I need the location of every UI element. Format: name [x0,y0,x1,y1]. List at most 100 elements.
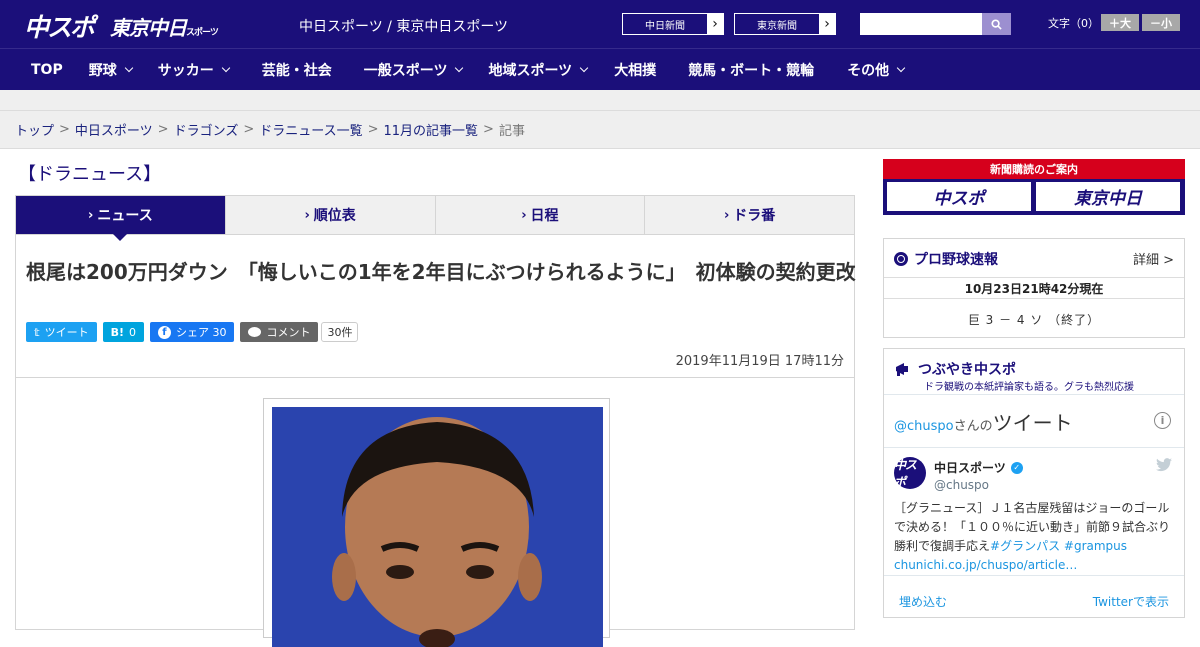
article-headline: 根尾は200万円ダウン 「悔しいこの1年を2年目にぶつけられるように」 初体験の… [26,260,856,284]
timeline-footer: 埋め込む Twitterで表示 [884,575,1184,623]
nav-item-sumo[interactable]: 大相撲 [600,60,674,80]
tsubuyaki-widget: つぶやき中スポ ドラ観戦の本紙評論家も語る。グラも熱烈応援 @chuspoさんの… [883,348,1185,618]
nav-item-baseball[interactable]: 野球 [80,60,145,80]
chevron-right-icon: › [88,207,94,223]
game-score[interactable]: 巨 3 － 4 ソ （終了） [884,311,1184,328]
chunichi-shimbun-link[interactable]: 中日新聞 › [622,13,724,35]
baseball-widget-title: プロ野球速報 [894,249,998,269]
hashtag-link[interactable]: #グランパス [990,539,1060,553]
baseball-icon [894,252,908,266]
main-nav: TOP 野球 サッカー 芸能・社会 一般スポーツ 地域スポーツ 大相撲 競馬・ボ… [0,48,1200,90]
baseball-detail-link[interactable]: 詳細 > [1133,249,1174,268]
breadcrumb-separator: > [243,122,255,137]
font-size-label: 文字（0） [1048,17,1099,30]
breadcrumb-november[interactable]: 11月の記事一覧 [384,120,479,139]
font-bigger-button[interactable]: ＋大 [1101,14,1139,31]
subscribe-title: 新聞購読のご案内 [883,159,1185,179]
social-buttons: 𝕥 ツイート B! 0 f シェア 30 コメント 30件 [26,322,359,342]
chunichi-shimbun-label: 中日新聞 [623,14,707,34]
publish-date: 2019年11月19日 17時11分 [675,354,844,369]
avatar[interactable]: 中スポ [894,457,926,489]
chevron-down-icon [896,63,906,72]
chevron-right-icon: › [723,207,730,223]
nav-item-entertainment[interactable]: 芸能・社会 [242,60,348,80]
share-label: シェア 30 [175,326,227,339]
divider [884,447,1184,448]
search-icon [991,18,1002,30]
chevron-right-icon: › [824,16,830,32]
ad-strip [0,90,1200,111]
comment-label: コメント [266,326,311,339]
chevron-right-icon: › [304,207,310,223]
tab-news[interactable]: › ニュース [16,196,225,241]
tab-schedule[interactable]: › 日程 [434,196,645,234]
breadcrumb-news-list[interactable]: ドラニュース一覧 [259,120,362,139]
info-icon[interactable]: i [1154,412,1171,429]
tab-label: ニュース [97,208,153,224]
top-bar: 中スポ 東京中日スポーツ 中日スポーツ / 東京中日スポーツ 中日新聞 › 東京… [0,0,1200,48]
tab-label: 順位表 [313,208,356,224]
breadcrumb-dragons[interactable]: ドラゴンズ [174,120,239,139]
timeline-tweets-label: ツイート [992,411,1073,435]
tokyo-chunichi-logo-small: スポーツ [186,28,219,38]
search-button[interactable] [982,13,1011,35]
nav-item-label: その他 [847,62,890,79]
tokyo-shimbun-link[interactable]: 東京新聞 › [734,13,836,35]
chevron-right-icon: › [521,207,527,223]
article-photo [272,407,603,647]
tweet-account-handle[interactable]: @chuspo [934,478,989,492]
view-on-twitter-link[interactable]: Twitterで表示 [1093,593,1169,610]
nav-item-soccer[interactable]: サッカー [145,60,242,80]
search-input[interactable] [860,13,982,35]
facebook-icon: f [157,325,171,339]
breadcrumb-chuspo[interactable]: 中日スポーツ [75,120,153,139]
tweet-label: ツイート [44,326,89,339]
subscribe-tokyo-chunichi-logo[interactable]: 東京中日 [1036,182,1180,211]
facebook-share-button[interactable]: f シェア 30 [149,322,235,342]
subscribe-banner[interactable]: 新聞購読のご案内 中スポ 東京中日 [883,159,1185,215]
chevron-down-icon [455,63,464,72]
hatena-button[interactable]: B! 0 [102,322,144,342]
tokyo-chunichi-logo-text: 東京中日 [110,16,187,40]
comment-count: 30件 [321,322,359,342]
tab-standings[interactable]: › 順位表 [224,196,435,234]
breadcrumb-top[interactable]: トップ [15,120,54,139]
subscribe-chuspo-logo[interactable]: 中スポ [887,182,1031,211]
nav-item-top[interactable]: TOP [0,62,80,78]
score-timestamp: 10月23日21時42分現在 [884,277,1184,299]
tsubuyaki-title: つぶやき中スポ [894,359,1016,379]
timeline-title: @chuspoさんのツイート [894,407,1073,436]
twitter-bird-icon[interactable] [1156,458,1172,476]
tab-dora-ban[interactable]: › ドラ番 [644,196,854,234]
tsubuyaki-title-text: つぶやき中スポ [918,362,1016,378]
nav-item-racing[interactable]: 競馬・ボート・競輪 [674,60,830,80]
nav-item-label: TOP [31,61,63,78]
tab-label: ドラ番 [733,208,776,224]
hatena-count: 0 [128,325,136,339]
embed-link[interactable]: 埋め込む [899,593,947,610]
tweet-account-name[interactable]: 中日スポーツ ✓ [934,459,1023,476]
nav-item-label: 一般スポーツ [363,62,448,79]
tab-label: 日程 [530,208,559,224]
chevron-down-icon [124,63,133,72]
chuspo-logo[interactable]: 中スポ [24,8,95,44]
twitter-timeline: @chuspoさんのツイート i 中スポ 中日スポーツ ✓ @chuspo ［グラ… [884,394,1184,630]
breadcrumb: トップ > 中日スポーツ > ドラゴンズ > ドラニュース一覧 > 11月の記事… [0,111,1200,149]
section-tabs: › ニュース › 順位表 › 日程 › ドラ番 [15,195,855,241]
section-title: 【ドラニュース】 [18,164,162,185]
tweet-button[interactable]: 𝕥 ツイート [26,322,97,342]
font-smaller-button[interactable]: －小 [1142,14,1180,31]
nav-item-general-sports[interactable]: 一般スポーツ [348,60,476,80]
tokyo-shimbun-label: 東京新聞 [735,14,819,34]
nav-item-local-sports[interactable]: 地域スポーツ [475,60,600,80]
comment-button[interactable]: コメント [240,322,319,342]
tweet-url-link[interactable]: chunichi.co.jp/chuspo/article… [894,558,1077,572]
baseball-title-text: プロ野球速報 [914,252,998,268]
tokyo-chunichi-logo[interactable]: 東京中日スポーツ [110,12,219,41]
nav-item-label: 芸能・社会 [261,62,332,79]
timeline-handle[interactable]: @chuspo [894,419,954,434]
nav-item-others[interactable]: その他 [830,60,917,80]
twitter-icon: 𝕥 [34,325,40,339]
hashtag-link[interactable]: #grampus [1064,539,1127,553]
chevron-right-icon: › [712,16,718,32]
